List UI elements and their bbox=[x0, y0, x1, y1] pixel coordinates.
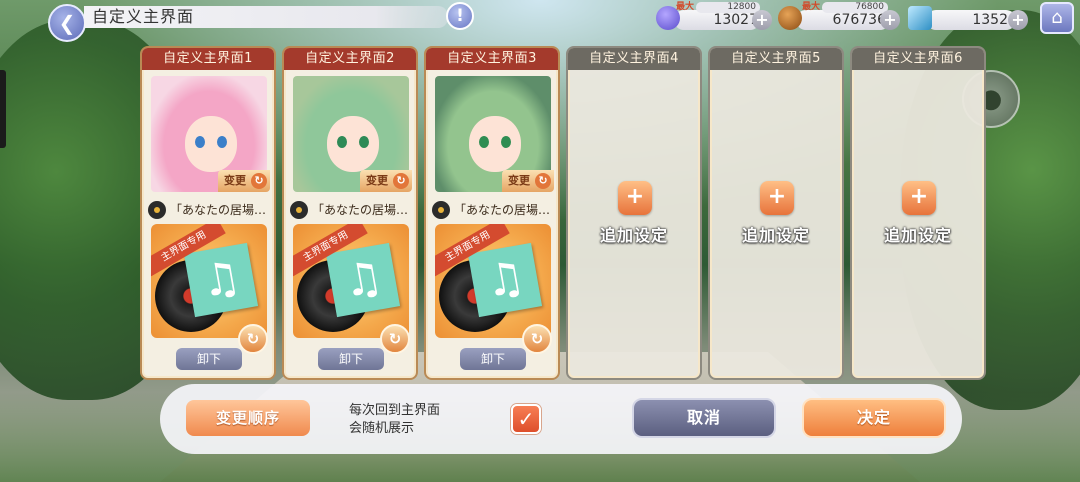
currency-gold: 76800 最大 676736 + bbox=[778, 2, 904, 32]
slot-title: 自定义主界面5 bbox=[710, 48, 842, 70]
custom-screen-slot: 自定义主界面1 变更 ↻ 「あなたの居場… ♫ 主界面专用 ↻ 卸下 bbox=[140, 46, 276, 380]
spirit-orb-icon bbox=[656, 6, 680, 30]
music-disc-icon bbox=[432, 201, 450, 219]
music-record-card: ♫ 主界面专用 bbox=[151, 224, 267, 338]
character-face bbox=[185, 116, 237, 172]
add-spirit-orb-button[interactable]: + bbox=[752, 10, 772, 30]
change-portrait-button[interactable]: 变更 ↻ bbox=[360, 170, 412, 192]
swap-icon: ↻ bbox=[388, 330, 402, 348]
music-note-icon: ♫ bbox=[467, 242, 543, 318]
arrow-left-icon: ❮ bbox=[58, 11, 76, 35]
change-music-button[interactable]: ↻ bbox=[522, 324, 552, 354]
swap-icon: ↻ bbox=[251, 173, 267, 189]
swap-icon: ↻ bbox=[246, 330, 260, 348]
music-title: 「あなたの居場… bbox=[312, 203, 409, 217]
slot-title: 自定义主界面3 bbox=[426, 48, 558, 70]
info-icon: ! bbox=[456, 6, 464, 26]
music-record-card: ♫ 主界面专用 bbox=[293, 224, 409, 338]
info-button[interactable]: ! bbox=[446, 2, 474, 30]
change-music-button[interactable]: ↻ bbox=[380, 324, 410, 354]
character-eye bbox=[501, 136, 511, 148]
change-portrait-button[interactable]: 变更 ↻ bbox=[502, 170, 554, 192]
home-icon: ⌂ bbox=[1051, 7, 1063, 28]
add-plus-icon[interactable]: + bbox=[760, 181, 794, 215]
add-gold-button[interactable]: + bbox=[880, 10, 900, 30]
add-plus-icon[interactable]: + bbox=[902, 181, 936, 215]
custom-screen-slot[interactable]: 自定义主界面5 + 追加设定 bbox=[708, 46, 844, 380]
character-eye bbox=[479, 136, 489, 148]
music-note-icon: ♫ bbox=[325, 242, 401, 318]
character-face bbox=[469, 116, 521, 172]
cancel-button[interactable]: 取消 bbox=[632, 398, 776, 438]
character-eye bbox=[337, 136, 347, 148]
character-eye bbox=[359, 136, 369, 148]
change-music-button[interactable]: ↻ bbox=[238, 324, 268, 354]
currency-value: 13027 bbox=[713, 12, 758, 28]
character-eye bbox=[217, 136, 227, 148]
back-button[interactable]: ❮ bbox=[48, 4, 86, 42]
add-setting-label: 追加设定 bbox=[599, 226, 668, 245]
swap-icon: ↻ bbox=[535, 173, 551, 189]
change-portrait-button[interactable]: 变更 ↻ bbox=[218, 170, 270, 192]
music-row: 「あなたの居場… bbox=[290, 200, 414, 220]
music-disc-icon bbox=[148, 201, 166, 219]
add-setting-label: 追加设定 bbox=[741, 226, 810, 245]
random-display-checkbox[interactable]: ✓ bbox=[511, 404, 541, 434]
music-title: 「あなたの居場… bbox=[170, 203, 267, 217]
music-row: 「あなたの居場… bbox=[148, 200, 272, 220]
add-setting-label: 追加设定 bbox=[883, 226, 952, 245]
random-display-label: 每次回到主界面 会随机展示 bbox=[349, 403, 441, 436]
currency-value: 676736 bbox=[832, 12, 886, 28]
confirm-button[interactable]: 决定 bbox=[802, 398, 946, 438]
custom-screen-slot[interactable]: 自定义主界面6 + 追加设定 bbox=[850, 46, 986, 380]
currency-crystal: 1352 + bbox=[908, 2, 1028, 32]
slot-title: 自定义主界面1 bbox=[142, 48, 274, 70]
music-record-card: ♫ 主界面专用 bbox=[435, 224, 551, 338]
crystal-icon bbox=[908, 6, 932, 30]
currency-spirit-orb: 12800 最大 13027 + bbox=[656, 2, 774, 32]
music-disc-icon bbox=[290, 201, 308, 219]
swap-icon: ↻ bbox=[393, 173, 409, 189]
checkmark-icon: ✓ bbox=[517, 407, 535, 431]
music-title: 「あなたの居場… bbox=[454, 203, 551, 217]
slot-title: 自定义主界面4 bbox=[568, 48, 700, 70]
character-eye bbox=[195, 136, 205, 148]
swap-icon: ↻ bbox=[530, 330, 544, 348]
custom-screen-slot[interactable]: 自定义主界面4 + 追加设定 bbox=[566, 46, 702, 380]
slot-title: 自定义主界面2 bbox=[284, 48, 416, 70]
custom-screen-slot: 自定义主界面3 变更 ↻ 「あなたの居場… ♫ 主界面专用 ↻ 卸下 bbox=[424, 46, 560, 380]
slot-title: 自定义主界面6 bbox=[852, 48, 984, 70]
add-plus-icon[interactable]: + bbox=[618, 181, 652, 215]
gold-pouch-icon bbox=[778, 6, 802, 30]
character-face bbox=[327, 116, 379, 172]
music-row: 「あなたの居場… bbox=[432, 200, 556, 220]
currency-value: 1352 bbox=[972, 12, 1008, 28]
home-button[interactable]: ⌂ bbox=[1040, 2, 1074, 34]
custom-screen-slot: 自定义主界面2 变更 ↻ 「あなたの居場… ♫ 主界面专用 ↻ 卸下 bbox=[282, 46, 418, 380]
music-note-icon: ♫ bbox=[183, 242, 259, 318]
page-title: 自定义主界面 bbox=[84, 6, 448, 28]
unload-button[interactable]: 卸下 bbox=[460, 348, 526, 370]
add-crystal-button[interactable]: + bbox=[1008, 10, 1028, 30]
unload-button[interactable]: 卸下 bbox=[176, 348, 242, 370]
side-handle[interactable] bbox=[0, 70, 6, 148]
unload-button[interactable]: 卸下 bbox=[318, 348, 384, 370]
change-order-button[interactable]: 变更顺序 bbox=[186, 400, 310, 436]
